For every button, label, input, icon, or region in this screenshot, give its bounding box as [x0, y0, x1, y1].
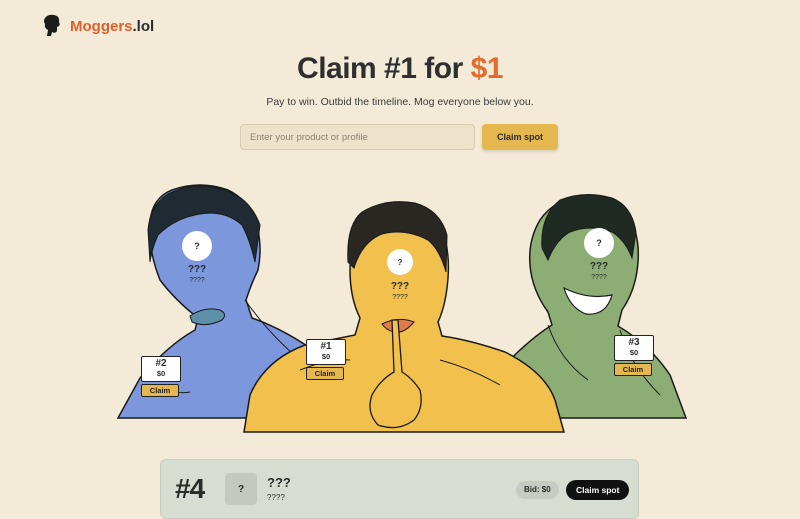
claim-button-1[interactable]: Claim — [306, 367, 344, 380]
face-name-2: ??? — [187, 264, 207, 275]
claim-button-3[interactable]: Claim — [614, 363, 652, 376]
claim-button-2[interactable]: Claim — [141, 384, 179, 397]
face-avatar-1[interactable]: ? — [387, 249, 413, 275]
rank-label-1: #1 — [320, 341, 332, 352]
rank-label-3: #3 — [628, 337, 640, 348]
face-name-1: ??? — [390, 281, 410, 292]
row-rank: #4 — [175, 473, 205, 504]
row-name: ??? — [267, 475, 291, 490]
rank-bid-2: $0 — [156, 369, 166, 378]
rank-label-2: #2 — [155, 358, 167, 369]
face-handle-3: ???? — [591, 274, 607, 281]
mogger-yellow — [243, 201, 565, 433]
face-handle-2: ???? — [189, 277, 205, 284]
row-bid-badge: Bid: $0 — [516, 481, 559, 499]
rank-card-3: #3 $0 — [614, 335, 654, 361]
rank-card-2: #2 $0 — [141, 356, 181, 382]
face-name-3: ??? — [589, 261, 609, 272]
face-handle-1: ???? — [392, 294, 408, 301]
face-avatar-3[interactable]: ? — [584, 228, 614, 258]
rank-bid-1: $0 — [321, 352, 331, 361]
leaderboard-row: #4 ? ??? ???? Bid: $0 Claim spot — [160, 459, 639, 519]
podium-illustration — [116, 184, 688, 433]
row-avatar[interactable]: ? — [225, 473, 257, 505]
rank-bid-3: $0 — [629, 348, 639, 357]
row-claim-spot-button[interactable]: Claim spot — [566, 480, 630, 500]
rank-card-1: #1 $0 — [306, 339, 346, 365]
face-avatar-2[interactable]: ? — [182, 231, 212, 261]
row-handle: ???? — [267, 493, 285, 502]
